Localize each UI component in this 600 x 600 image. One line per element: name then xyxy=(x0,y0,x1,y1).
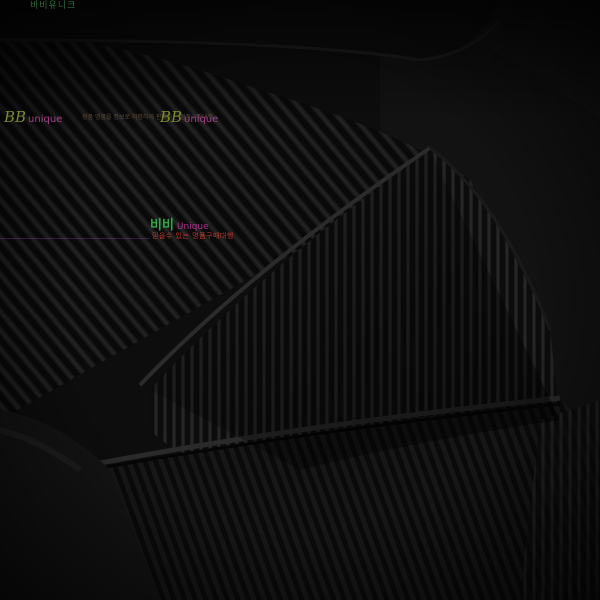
watermark-top-text: 비비유니크 xyxy=(30,1,77,11)
watermark-logo-suffix-2: unique xyxy=(184,114,219,125)
watermark-center-tagline: 믿을수 있는 명품구매대행 xyxy=(152,232,234,240)
knit-fabric-image xyxy=(0,0,600,600)
watermark-center-brand-suffix: Unique xyxy=(176,222,209,232)
watermark-logo-letters-2: BB xyxy=(160,108,183,126)
watermark-logo-left: BB unique xyxy=(4,110,62,125)
watermark-row: BB unique 정품 명품을 정보로 저렴하게 판매하는 정품구매대행 BB u… xyxy=(0,110,600,130)
watermark-logo-suffix: unique xyxy=(28,114,63,125)
watermark-logo-letters: BB xyxy=(4,108,27,126)
watermark-logo-right: BB unique xyxy=(160,110,218,125)
watermark-divider-line xyxy=(0,238,150,239)
watermark-center-brand: 비비 Unique xyxy=(150,216,209,232)
watermark-center-brand-name: 비비 xyxy=(150,218,174,233)
knit-fabric-photo: 비비유니크 BB unique 정품 명품을 정보로 저렴하게 판매하는 정품구매… xyxy=(0,0,600,600)
